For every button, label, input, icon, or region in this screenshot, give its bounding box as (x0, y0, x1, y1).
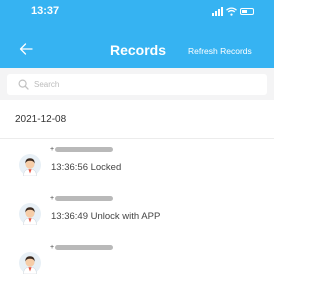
user-phone: + (50, 244, 114, 251)
search-box[interactable] (7, 74, 267, 95)
search-input[interactable] (34, 80, 234, 89)
search-icon (18, 79, 29, 90)
page-title: Records (110, 42, 167, 58)
avatar-icon (19, 203, 41, 225)
signal-icon (212, 6, 223, 16)
record-item[interactable]: + (0, 239, 274, 284)
date-header: 2021-12-08 (15, 114, 67, 125)
avatar-icon (19, 154, 41, 176)
status-icons (212, 5, 254, 17)
record-event: 13:36:49 Unlock with APP (51, 211, 161, 222)
record-item[interactable]: + 13:36:49 Unlock with APP (0, 190, 274, 235)
search-bar (0, 68, 274, 100)
back-button[interactable] (14, 38, 38, 60)
wifi-icon (226, 6, 237, 16)
avatar-icon (19, 252, 41, 274)
date-header-row: 2021-12-08 (0, 100, 274, 138)
record-item[interactable]: + 13:36:56 Locked (0, 141, 274, 186)
status-time: 13:37 (31, 5, 60, 17)
back-arrow-icon (19, 43, 33, 55)
user-phone: + (50, 146, 114, 153)
user-phone: + (50, 195, 114, 202)
record-event: 13:36:56 Locked (51, 162, 122, 173)
app-header: 13:37 Records Refresh Records (0, 0, 274, 68)
divider (0, 138, 274, 139)
battery-icon (240, 7, 254, 15)
refresh-records-button[interactable]: Refresh Records (188, 46, 252, 56)
